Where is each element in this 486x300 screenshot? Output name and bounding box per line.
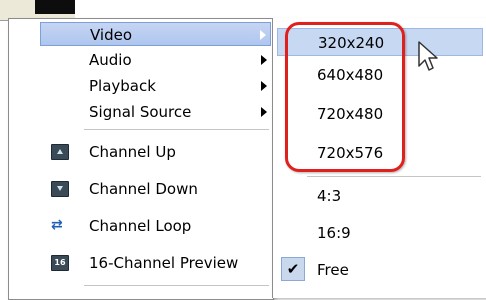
menu-item-label: Audio	[89, 51, 132, 69]
menu-item-video[interactable]: Video	[40, 22, 271, 46]
menu-item-audio[interactable]: Audio	[40, 48, 271, 72]
channel-down-icon	[51, 181, 69, 197]
menu-item-label: 16-Channel Preview	[89, 254, 239, 272]
menu-item-signal-source[interactable]: Signal Source	[40, 100, 271, 124]
menu-item-label: Signal Source	[89, 103, 192, 121]
aspect-ratio-label: 16:9	[317, 224, 351, 242]
submenu-arrow-icon	[261, 107, 267, 117]
menu-separator	[84, 285, 269, 286]
aspect-ratio-label: Free	[317, 261, 349, 279]
menu-item-16-channel-preview[interactable]: 16 16-Channel Preview	[9, 245, 271, 281]
menu-item-label: Channel Down	[89, 180, 198, 198]
loop-icon: ⇄	[51, 217, 63, 233]
annotation-highlight-ring	[285, 22, 405, 172]
aspect-ratio-free[interactable]: ✔ Free	[277, 255, 483, 285]
menu-separator	[84, 129, 269, 130]
aspect-ratio-16-9[interactable]: 16:9	[277, 218, 483, 248]
window-background-dark	[35, 0, 75, 14]
menu-item-label: Channel Up	[89, 143, 176, 161]
context-menu: Video Audio Playback Signal Source Chann…	[8, 18, 274, 300]
channel-up-icon	[51, 144, 69, 160]
submenu-arrow-icon	[261, 81, 267, 91]
submenu-separator	[307, 176, 481, 177]
checkmark-icon: ✔	[281, 257, 305, 281]
menu-item-label: Channel Loop	[89, 217, 192, 235]
aspect-ratio-label: 4:3	[317, 187, 342, 205]
mouse-pointer-icon	[418, 41, 438, 71]
aspect-ratio-4-3[interactable]: 4:3	[277, 181, 483, 211]
menu-item-label: Video	[90, 26, 133, 44]
menu-item-channel-down[interactable]: Channel Down	[9, 171, 271, 207]
submenu-arrow-icon	[261, 55, 267, 65]
menu-item-playback[interactable]: Playback	[40, 74, 271, 98]
menu-item-channel-up[interactable]: Channel Up	[9, 134, 271, 170]
submenu-arrow-icon	[260, 30, 266, 40]
menu-item-channel-loop[interactable]: ⇄ Channel Loop	[9, 208, 271, 244]
menu-item-label: Playback	[89, 77, 156, 95]
preview-16-icon: 16	[51, 255, 69, 271]
